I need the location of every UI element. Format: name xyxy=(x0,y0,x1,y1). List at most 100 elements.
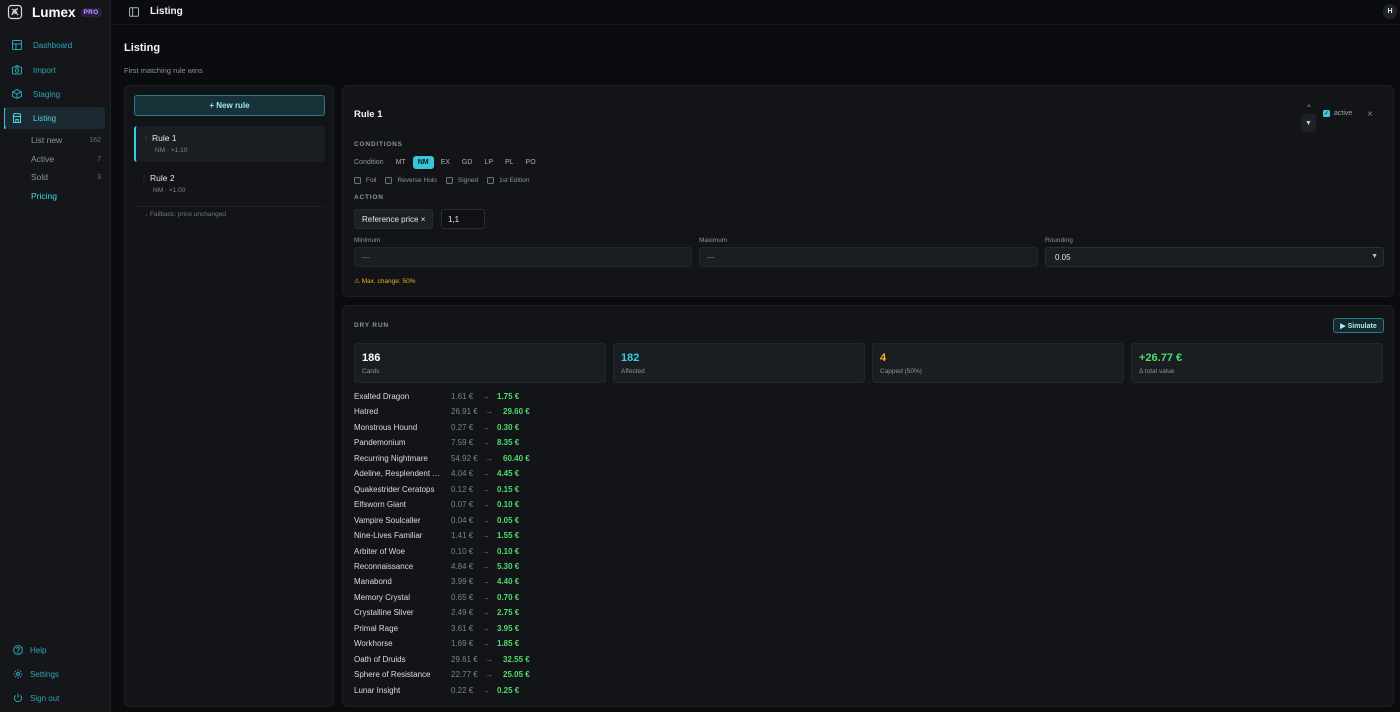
arrow-right-icon: → xyxy=(485,654,493,664)
nav-settings[interactable]: Settings xyxy=(13,667,59,681)
flag-label: Signed xyxy=(457,176,479,184)
new-price: 4.45 € xyxy=(497,469,520,479)
checkbox[interactable] xyxy=(385,176,393,184)
result-row: Manabond 3.99 € → 4.40 € xyxy=(354,575,954,590)
reference-select[interactable]: Reference price × xyxy=(354,209,433,229)
nav-sign-out[interactable]: Sign out xyxy=(13,691,59,705)
old-price: 29.61 € xyxy=(451,654,478,664)
rule-card[interactable]: ⋮ Rule 1 NM · ×1.10 xyxy=(134,126,325,162)
nav-staging[interactable]: Staging xyxy=(5,83,105,105)
sub-item-label: Active xyxy=(31,154,55,164)
move-up-icon[interactable]: ▲ xyxy=(1302,99,1316,111)
result-row: Hatred 26.91 € → 29.60 € xyxy=(354,405,954,420)
new-price: 0.30 € xyxy=(497,422,520,432)
old-price: 0.07 € xyxy=(451,500,474,510)
move-down-icon[interactable]: ▼ xyxy=(1301,114,1316,132)
nav-import[interactable]: Import xyxy=(5,59,105,81)
maximum-input[interactable] xyxy=(699,247,1038,267)
gear-icon xyxy=(13,669,23,679)
close-icon[interactable]: × xyxy=(1365,108,1375,120)
flag-foil[interactable]: Foil xyxy=(354,176,376,184)
sub-item-active[interactable]: Active 7 xyxy=(31,152,101,166)
simulate-button[interactable]: ▶ Simulate xyxy=(1333,318,1384,333)
old-price: 1.41 € xyxy=(451,531,474,541)
help-icon xyxy=(13,645,23,655)
arrow-right-icon: → xyxy=(482,500,490,510)
minimum-label: Minimum xyxy=(354,237,381,244)
new-rule-button[interactable]: + New rule xyxy=(134,95,325,116)
new-price: 0.70 € xyxy=(497,592,520,602)
flag-first-edition[interactable]: 1st Edition xyxy=(487,176,530,184)
conditions-label: CONDITIONS xyxy=(354,141,403,148)
condition-chip-ex[interactable]: EX xyxy=(436,156,455,169)
new-price: 25.05 € xyxy=(503,670,530,680)
old-price: 26.91 € xyxy=(451,407,478,417)
topbar-title: Listing xyxy=(150,6,183,17)
card-name: Sphere of Resistance xyxy=(354,670,431,680)
sidebar-toggle-icon[interactable] xyxy=(129,7,139,17)
condition-chip-mt[interactable]: MT xyxy=(391,156,411,169)
card-name: Adeline, Resplendent Cathar xyxy=(354,469,444,479)
avatar[interactable]: H xyxy=(1383,4,1397,19)
nav-dashboard[interactable]: Dashboard xyxy=(5,34,105,56)
dashboard-icon xyxy=(12,40,22,50)
rule-card[interactable]: ⋮ Rule 2 NM · ×1.00 xyxy=(134,166,325,202)
result-row: Reconnaissance 4.84 € → 5.30 € xyxy=(354,560,954,575)
new-price: 1.75 € xyxy=(497,392,520,401)
result-row: Vampire Soulcaller 0.04 € → 0.05 € xyxy=(354,514,954,529)
condition-row: Condition MT NM EX GD LP PL PO xyxy=(354,155,543,169)
sub-item-pricing[interactable]: Pricing xyxy=(31,189,101,203)
sub-item-sold[interactable]: Sold 3 xyxy=(31,170,101,184)
camera-icon xyxy=(12,65,22,75)
stat-label: Capped (50%) xyxy=(880,368,922,375)
nav-listing[interactable]: Listing xyxy=(5,107,105,129)
checkbox[interactable] xyxy=(487,176,495,184)
card-name: Elfsworn Giant xyxy=(354,500,407,510)
stat-value: 186 xyxy=(362,352,381,364)
max-change-warning: ⚠ Max. change: 50% xyxy=(354,278,416,285)
card-name: Lunar Insight xyxy=(354,685,401,695)
action-label: ACTION xyxy=(354,194,384,201)
result-row: Adeline, Resplendent Cathar 4.04 € → 4.45 € xyxy=(354,467,954,482)
arrow-right-icon: → xyxy=(482,392,490,401)
arrow-right-icon: → xyxy=(485,670,493,680)
factor-input[interactable] xyxy=(441,209,485,229)
result-row: Pandemonium 7.59 € → 8.35 € xyxy=(354,436,954,451)
new-price: 0.15 € xyxy=(497,484,520,494)
condition-chip-po[interactable]: PO xyxy=(521,156,541,169)
stat-capped: 4 Capped (50%) xyxy=(872,343,1124,383)
flag-signed[interactable]: Signed xyxy=(445,176,479,184)
condition-chip-nm[interactable]: NM xyxy=(412,155,434,169)
condition-chip-gd[interactable]: GD xyxy=(457,156,478,169)
minimum-input[interactable] xyxy=(354,247,692,267)
flag-label: 1st Edition xyxy=(499,176,530,184)
arrow-right-icon: → xyxy=(482,422,490,432)
nav-help[interactable]: Help xyxy=(13,643,46,657)
arrow-right-icon: → xyxy=(485,453,493,463)
divider xyxy=(134,206,325,207)
drag-handle-icon[interactable]: ⋮ xyxy=(143,135,149,142)
condition-chip-lp[interactable]: LP xyxy=(479,156,498,169)
old-price: 0.12 € xyxy=(451,484,474,494)
new-price: 3.95 € xyxy=(497,623,520,633)
condition-chip-pl[interactable]: PL xyxy=(500,156,519,169)
brand[interactable]: Lumex PRO xyxy=(7,3,102,21)
arrow-right-icon: → xyxy=(485,407,493,417)
new-price: 0.05 € xyxy=(497,515,520,525)
active-checkbox[interactable]: ✓ active xyxy=(1323,110,1352,117)
sub-item-list-new[interactable]: List new 162 xyxy=(31,133,101,147)
card-name: Primal Rage xyxy=(354,623,399,633)
result-row: Nine-Lives Familiar 1.41 € → 1.55 € xyxy=(354,529,954,544)
new-price: 4.40 € xyxy=(497,577,520,587)
new-price: 0.10 € xyxy=(497,546,520,556)
checkbox[interactable] xyxy=(445,176,453,184)
stat-label: Cards xyxy=(362,368,380,375)
new-price: 8.35 € xyxy=(497,438,520,448)
checkbox[interactable] xyxy=(354,176,361,184)
drag-handle-icon[interactable]: ⋮ xyxy=(141,175,147,182)
checkmark-icon: ✓ xyxy=(1323,110,1330,117)
card-name: Reconnaissance xyxy=(354,561,414,571)
rule-name: Rule 1 xyxy=(152,133,177,143)
rounding-select[interactable]: 0.05 ▼ xyxy=(1045,247,1384,267)
flag-reverse-holo[interactable]: Reverse Holo xyxy=(385,176,437,184)
